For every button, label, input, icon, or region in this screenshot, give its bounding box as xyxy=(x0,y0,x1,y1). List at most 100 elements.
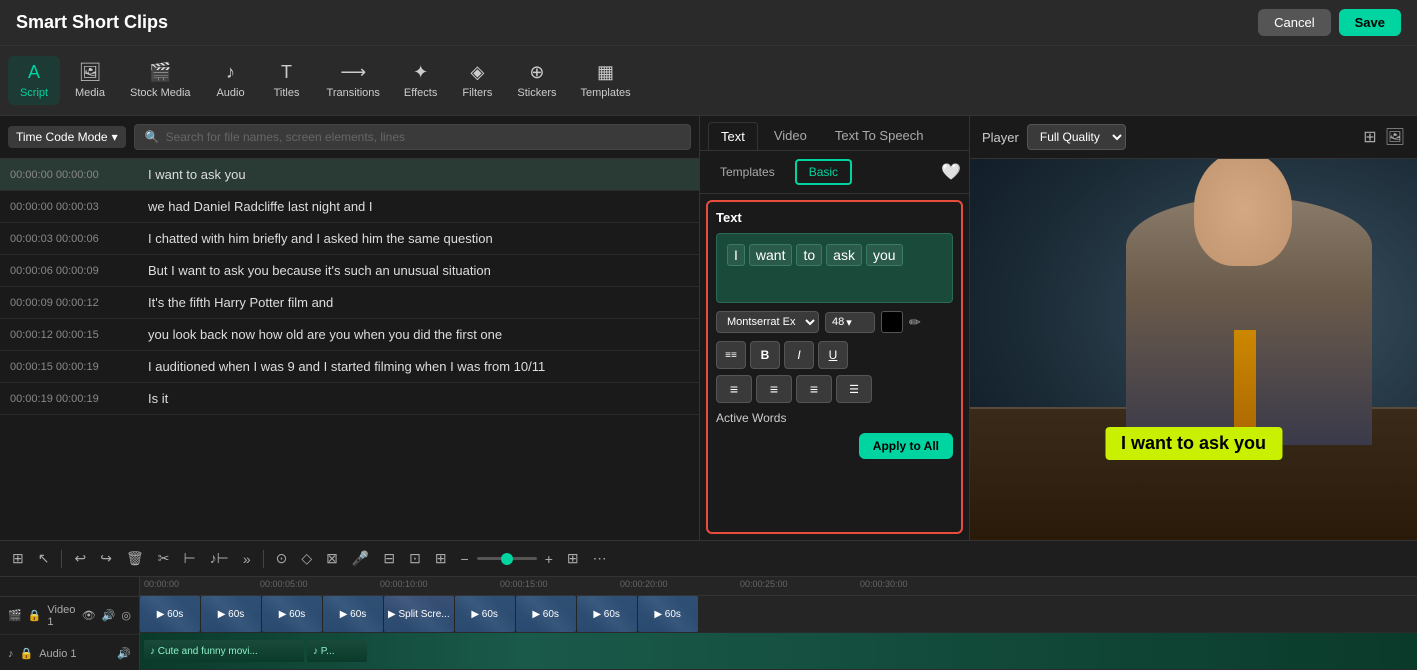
player-label: Player xyxy=(982,130,1019,145)
bold-button[interactable]: B xyxy=(750,341,780,369)
toolbar-effects[interactable]: ✦ Effects xyxy=(394,56,447,105)
delete-button[interactable]: 🗑 xyxy=(122,548,148,569)
align-right-button[interactable]: ≡ xyxy=(796,375,832,403)
subtab-templates[interactable]: Templates xyxy=(708,161,787,183)
word-chip[interactable]: to xyxy=(796,244,822,266)
video-clip[interactable]: ▶ 60s xyxy=(516,596,576,632)
split-button[interactable]: ⊢ xyxy=(179,548,199,569)
time-5: 00:00:05:00 xyxy=(260,579,308,589)
script-row[interactable]: 00:00:09 00:00:12It's the fifth Harry Po… xyxy=(0,287,699,319)
toolbar-media[interactable]: 🖼 Media xyxy=(64,56,116,105)
vol-icon[interactable]: 🔊 xyxy=(102,609,116,622)
layout-button[interactable]: ⊞ xyxy=(563,548,583,569)
video-clip[interactable]: ▶ 60s xyxy=(323,596,383,632)
align-left-button[interactable]: ≡ xyxy=(716,375,752,403)
font-size-arrow: ▾ xyxy=(846,316,852,329)
toolbar-script[interactable]: A Script xyxy=(8,56,60,105)
text-editor-box[interactable]: Iwanttoaskyou xyxy=(716,233,953,303)
timeline: ⊞ ↖ ↩ ↪ 🗑 ✂ ⊢ ♪⊢ » ⊙ ◇ ⊠ 🎤 ⊟ ⊡ ⊞ − + ⊞ ⋯… xyxy=(0,540,1417,670)
toolbar-transitions[interactable]: ⟶ Transitions xyxy=(317,56,390,105)
word-chip[interactable]: you xyxy=(866,244,903,266)
script-text: Is it xyxy=(148,391,168,406)
more-button[interactable]: » xyxy=(239,549,255,569)
subtab-basic[interactable]: Basic xyxy=(795,159,852,185)
script-row[interactable]: 00:00:12 00:00:15you look back now how o… xyxy=(0,319,699,351)
redo-button[interactable]: ↪ xyxy=(96,548,116,569)
script-row[interactable]: 00:00:19 00:00:19Is it xyxy=(0,383,699,415)
cut-button[interactable]: ✂ xyxy=(154,548,174,569)
time-range: 00:00:00 00:00:03 xyxy=(10,201,140,213)
underline-button[interactable]: U xyxy=(818,341,848,369)
audio-clip[interactable]: ♪ Cute and funny movi... xyxy=(144,640,304,662)
eye-icon[interactable]: 👁 xyxy=(82,609,96,622)
transitions-icon: ⟶ xyxy=(340,62,366,83)
detach-button[interactable]: ⊠ xyxy=(322,548,342,569)
eyedropper-icon[interactable]: ✏ xyxy=(909,314,921,331)
video-clip[interactable]: ▶ 60s xyxy=(455,596,515,632)
word-chip[interactable]: I xyxy=(727,244,745,266)
quality-select[interactable]: Full Quality xyxy=(1027,124,1126,150)
script-row[interactable]: 00:00:03 00:00:06I chatted with him brie… xyxy=(0,223,699,255)
audio-clip[interactable]: ♪ P... xyxy=(307,640,367,662)
font-select[interactable]: Montserrat Ex xyxy=(716,311,819,333)
right-tabs: Text Video Text To Speech xyxy=(700,116,969,151)
apply-all-button[interactable]: Apply to All xyxy=(859,433,953,459)
preview-panel: Player Full Quality ⊞ 🖼 I want to ask yo… xyxy=(970,116,1417,540)
color-picker[interactable] xyxy=(881,311,903,333)
font-size-value: 48 xyxy=(832,316,844,328)
video-clip[interactable]: ▶ 60s xyxy=(201,596,261,632)
script-row[interactable]: 00:00:00 00:00:03we had Daniel Radcliffe… xyxy=(0,191,699,223)
zoom-slider[interactable] xyxy=(477,557,537,560)
font-size-control[interactable]: 48 ▾ xyxy=(825,312,875,333)
script-row[interactable]: 00:00:00 00:00:00I want to ask you xyxy=(0,159,699,191)
screen-button[interactable]: ⊞ xyxy=(431,548,451,569)
word-chip[interactable]: ask xyxy=(826,244,862,266)
audio-split-button[interactable]: ♪⊢ xyxy=(206,548,233,569)
grid-view-button[interactable]: ⊞ xyxy=(8,548,28,569)
undo-button[interactable]: ↩ xyxy=(70,548,90,569)
video-clip[interactable]: ▶ Split Scre... xyxy=(384,596,454,632)
video-clip[interactable]: ▶ 60s xyxy=(262,596,322,632)
tab-text-to-speech[interactable]: Text To Speech xyxy=(823,122,936,150)
mic-button[interactable]: 🎤 xyxy=(348,548,373,569)
grid-icon[interactable]: ⊞ xyxy=(1363,127,1376,147)
cursor-button[interactable]: ↖ xyxy=(34,548,54,569)
video-clip[interactable]: ▶ 60s xyxy=(638,596,698,632)
video-clip[interactable]: ▶ 60s xyxy=(140,596,200,632)
tab-text[interactable]: Text xyxy=(708,122,758,150)
zoom-out-button[interactable]: − xyxy=(457,549,473,569)
toolbar-filters[interactable]: ◈ Filters xyxy=(451,56,503,105)
time-20: 00:00:20:00 xyxy=(620,579,668,589)
more2-button[interactable]: ⋯ xyxy=(589,548,611,569)
heart-icon[interactable]: 🤍 xyxy=(941,162,961,182)
text-section-label: Text xyxy=(716,210,953,225)
align-justify-button[interactable]: ☰ xyxy=(836,375,872,403)
toolbar-templates[interactable]: ▦ Templates xyxy=(570,56,640,105)
toolbar-audio[interactable]: ♪ Audio xyxy=(205,56,257,105)
keyframe-button[interactable]: ◇ xyxy=(297,548,316,569)
toolbar-stickers[interactable]: ⊕ Stickers xyxy=(507,56,566,105)
align-center-button[interactable]: ≡ xyxy=(756,375,792,403)
audio-vol-icon[interactable]: 🔊 xyxy=(117,647,131,660)
save-button[interactable]: Save xyxy=(1339,9,1401,36)
image-icon[interactable]: 🖼 xyxy=(1385,127,1405,147)
strikethrough-button[interactable]: ≡≡ xyxy=(716,341,746,369)
toolbar-stock[interactable]: 🎬 Stock Media xyxy=(120,56,201,105)
italic-button[interactable]: I xyxy=(784,341,814,369)
script-row[interactable]: 00:00:15 00:00:19I auditioned when I was… xyxy=(0,351,699,383)
lock-icon[interactable]: 🔒 xyxy=(28,609,42,622)
video-clip[interactable]: ▶ 60s xyxy=(577,596,637,632)
toolbar-titles[interactable]: T Titles xyxy=(261,56,313,105)
word-chip[interactable]: want xyxy=(749,244,793,266)
script-row[interactable]: 00:00:06 00:00:09But I want to ask you b… xyxy=(0,255,699,287)
vis-icon[interactable]: ◎ xyxy=(121,609,131,622)
time-code-mode-button[interactable]: Time Code Mode ▾ xyxy=(8,126,126,148)
caption-button[interactable]: ⊟ xyxy=(379,548,399,569)
clip-button[interactable]: ⊡ xyxy=(405,548,425,569)
search-bar[interactable]: 🔍 Search for file names, screen elements… xyxy=(134,124,691,150)
zoom-in-button[interactable]: + xyxy=(541,549,557,569)
audio-lock-icon[interactable]: 🔒 xyxy=(20,647,34,660)
snap-button[interactable]: ⊙ xyxy=(272,548,292,569)
cancel-button[interactable]: Cancel xyxy=(1258,9,1330,36)
tab-video[interactable]: Video xyxy=(762,122,819,150)
